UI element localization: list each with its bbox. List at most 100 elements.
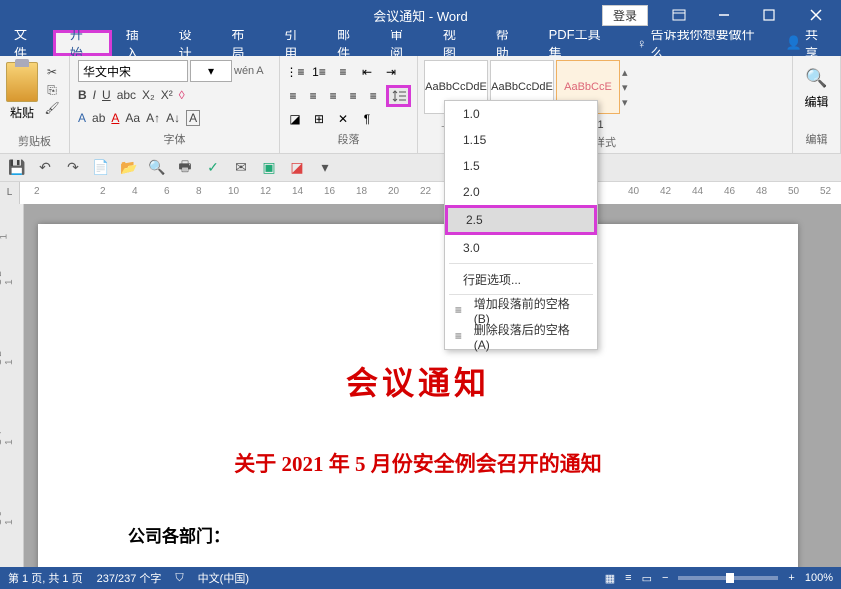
subscript-button[interactable]: X₂ — [142, 88, 155, 102]
decrease-indent-icon[interactable]: ⇤ — [358, 64, 376, 80]
tab-pdftools[interactable]: PDF工具集 — [535, 30, 625, 56]
paste-button[interactable]: 粘贴 — [6, 58, 38, 121]
clear-format-icon[interactable]: ◊ — [179, 88, 185, 102]
new-icon[interactable]: 📄 — [92, 159, 110, 177]
doc-paragraph[interactable]: 公司各部门： — [128, 522, 708, 547]
document-canvas[interactable]: 会议通知 关于 2021 年 5 月份安全例会召开的通知 公司各部门： 为确保公… — [24, 204, 841, 567]
superscript-button[interactable]: X² — [161, 88, 173, 102]
borders-icon[interactable]: ⊞ — [310, 111, 328, 127]
shrink-font-icon[interactable]: A↓ — [166, 111, 180, 125]
zoom-in-icon[interactable]: + — [788, 572, 794, 584]
email-icon[interactable]: ✉ — [232, 159, 250, 177]
zoom-level[interactable]: 100% — [805, 572, 833, 584]
font-color-icon[interactable]: A — [111, 111, 119, 125]
tell-me-search[interactable]: ♀告诉我你想要做什么 — [625, 30, 774, 56]
login-button[interactable]: 登录 — [602, 5, 648, 26]
align-center-icon[interactable]: ≡ — [306, 88, 320, 104]
doc-title[interactable]: 会议通知 — [128, 358, 708, 404]
styles-down-icon[interactable]: ▾ — [622, 81, 638, 94]
char-shading-icon[interactable]: Aa — [125, 111, 140, 125]
save-icon[interactable]: 💾 — [8, 159, 26, 177]
tab-references[interactable]: 引用 — [270, 30, 323, 56]
horizontal-ruler[interactable]: 2 2 4 6 8 10 12 14 16 18 20 22 40 42 44 … — [20, 182, 841, 204]
clipboard-icon — [6, 62, 38, 102]
bullets-icon[interactable]: ⋮≡ — [286, 64, 304, 80]
print-icon[interactable]: 🖶 — [176, 159, 194, 177]
increase-indent-icon[interactable]: ⇥ — [382, 64, 400, 80]
numbering-icon[interactable]: 1≡ — [310, 64, 328, 80]
find-icon[interactable]: 🔍 — [805, 68, 827, 89]
tab-file[interactable]: 文件 — [0, 30, 53, 56]
qa-dropdown-icon[interactable]: ▾ — [316, 159, 334, 177]
line-spacing-button[interactable] — [386, 85, 411, 107]
distribute-icon[interactable]: ≡ — [366, 88, 380, 104]
maximize-icon[interactable] — [746, 0, 791, 30]
tab-help[interactable]: 帮助 — [482, 30, 535, 56]
redo-icon[interactable]: ↷ — [64, 159, 82, 177]
remove-space-after[interactable]: ≡删除段落后的空格(A) — [445, 323, 597, 349]
align-left-icon[interactable]: ≡ — [286, 88, 300, 104]
font-name-combo[interactable]: 华文中宋 — [78, 60, 188, 82]
show-marks-icon[interactable]: ¶ — [358, 111, 376, 127]
tab-design[interactable]: 设计 — [165, 30, 218, 56]
align-right-icon[interactable]: ≡ — [326, 88, 340, 104]
zoom-out-icon[interactable]: − — [662, 572, 668, 584]
spelling-icon[interactable]: ✓ — [204, 159, 222, 177]
zoom-slider[interactable] — [678, 576, 778, 580]
justify-icon[interactable]: ≡ — [346, 88, 360, 104]
qa-icon[interactable]: ▣ — [260, 159, 278, 177]
qa-icon[interactable]: ◪ — [288, 159, 306, 177]
copy-icon[interactable]: ⎘ — [44, 82, 60, 98]
tab-view[interactable]: 视图 — [429, 30, 482, 56]
proofing-icon[interactable]: ⛉ — [175, 572, 183, 585]
line-spacing-options[interactable]: 行距选项... — [445, 266, 597, 292]
highlight-icon[interactable]: ab — [92, 111, 105, 125]
line-spacing-option[interactable]: 1.0 — [445, 101, 597, 127]
styles-up-icon[interactable]: ▴ — [622, 66, 638, 79]
print-preview-icon[interactable]: 🔍 — [148, 159, 166, 177]
minimize-icon[interactable] — [701, 0, 746, 30]
cut-icon[interactable]: ✂ — [44, 64, 60, 80]
page[interactable]: 会议通知 关于 2021 年 5 月份安全例会召开的通知 公司各部门： 为确保公… — [38, 224, 798, 567]
text-effects-icon[interactable]: A — [78, 111, 86, 125]
page-indicator[interactable]: 第 1 页, 共 1 页 — [8, 570, 83, 586]
shading-icon[interactable]: ◪ — [286, 111, 304, 127]
font-size-combo[interactable]: ▾ — [190, 60, 232, 82]
read-mode-icon[interactable]: ▦ — [605, 572, 615, 585]
share-button[interactable]: 👤共享 — [774, 30, 841, 56]
strikethrough-button[interactable]: abc — [117, 88, 136, 102]
word-count[interactable]: 237/237 个字 — [97, 570, 162, 586]
char-border-icon[interactable]: A — [256, 65, 263, 77]
web-layout-icon[interactable]: ▭ — [642, 572, 652, 585]
line-spacing-option[interactable]: 3.0 — [445, 235, 597, 261]
line-spacing-option[interactable]: 1.15 — [445, 127, 597, 153]
sort-icon[interactable]: ✕ — [334, 111, 352, 127]
tab-layout[interactable]: 布局 — [217, 30, 270, 56]
add-space-before[interactable]: ≡增加段落前的空格(B) — [445, 297, 597, 323]
line-spacing-option[interactable]: 1.5 — [445, 153, 597, 179]
line-spacing-option-selected[interactable]: 2.5 — [445, 205, 597, 235]
language-indicator[interactable]: 中文(中国) — [198, 570, 249, 586]
undo-icon[interactable]: ↶ — [36, 159, 54, 177]
phonetic-guide-icon[interactable]: wén — [234, 65, 254, 77]
line-spacing-option[interactable]: 2.0 — [445, 179, 597, 205]
print-layout-icon[interactable]: ≡ — [625, 572, 631, 584]
bold-button[interactable]: B — [78, 88, 87, 102]
format-painter-icon[interactable]: 🖌 — [44, 100, 60, 116]
add-space-icon: ≡ — [449, 303, 468, 317]
tab-mailings[interactable]: 邮件 — [323, 30, 376, 56]
tab-review[interactable]: 审阅 — [376, 30, 429, 56]
ribbon-display-icon[interactable] — [656, 0, 701, 30]
enclose-char-icon[interactable]: A — [186, 110, 200, 126]
doc-subtitle[interactable]: 关于 2021 年 5 月份安全例会召开的通知 — [128, 448, 708, 478]
styles-expand-icon[interactable]: ▾ — [622, 96, 638, 109]
tab-insert[interactable]: 插入 — [112, 30, 165, 56]
italic-button[interactable]: I — [93, 88, 96, 102]
multilevel-icon[interactable]: ≡ — [334, 64, 352, 80]
grow-font-icon[interactable]: A↑ — [146, 111, 160, 125]
open-icon[interactable]: 📂 — [120, 159, 138, 177]
vertical-ruler[interactable]: 1 1 2 1 1 2 1 1 4 1 1 6 1 — [0, 204, 24, 567]
close-icon[interactable] — [791, 0, 841, 30]
tab-home[interactable]: 开始 — [53, 30, 112, 56]
underline-button[interactable]: U — [102, 88, 111, 102]
